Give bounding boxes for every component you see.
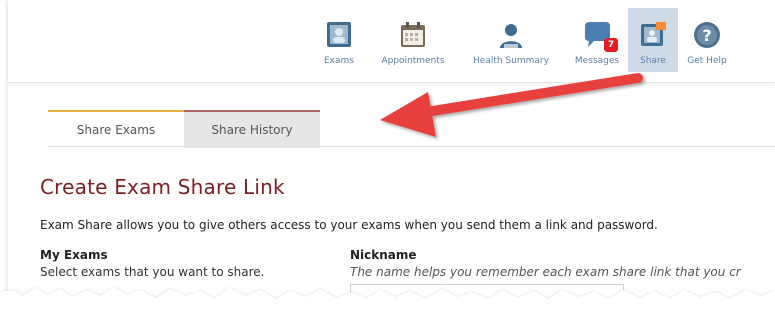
annotation-arrow — [380, 73, 643, 137]
screenshot-stage: Exams Appointments Health Summary 7 Mess… — [0, 0, 775, 316]
